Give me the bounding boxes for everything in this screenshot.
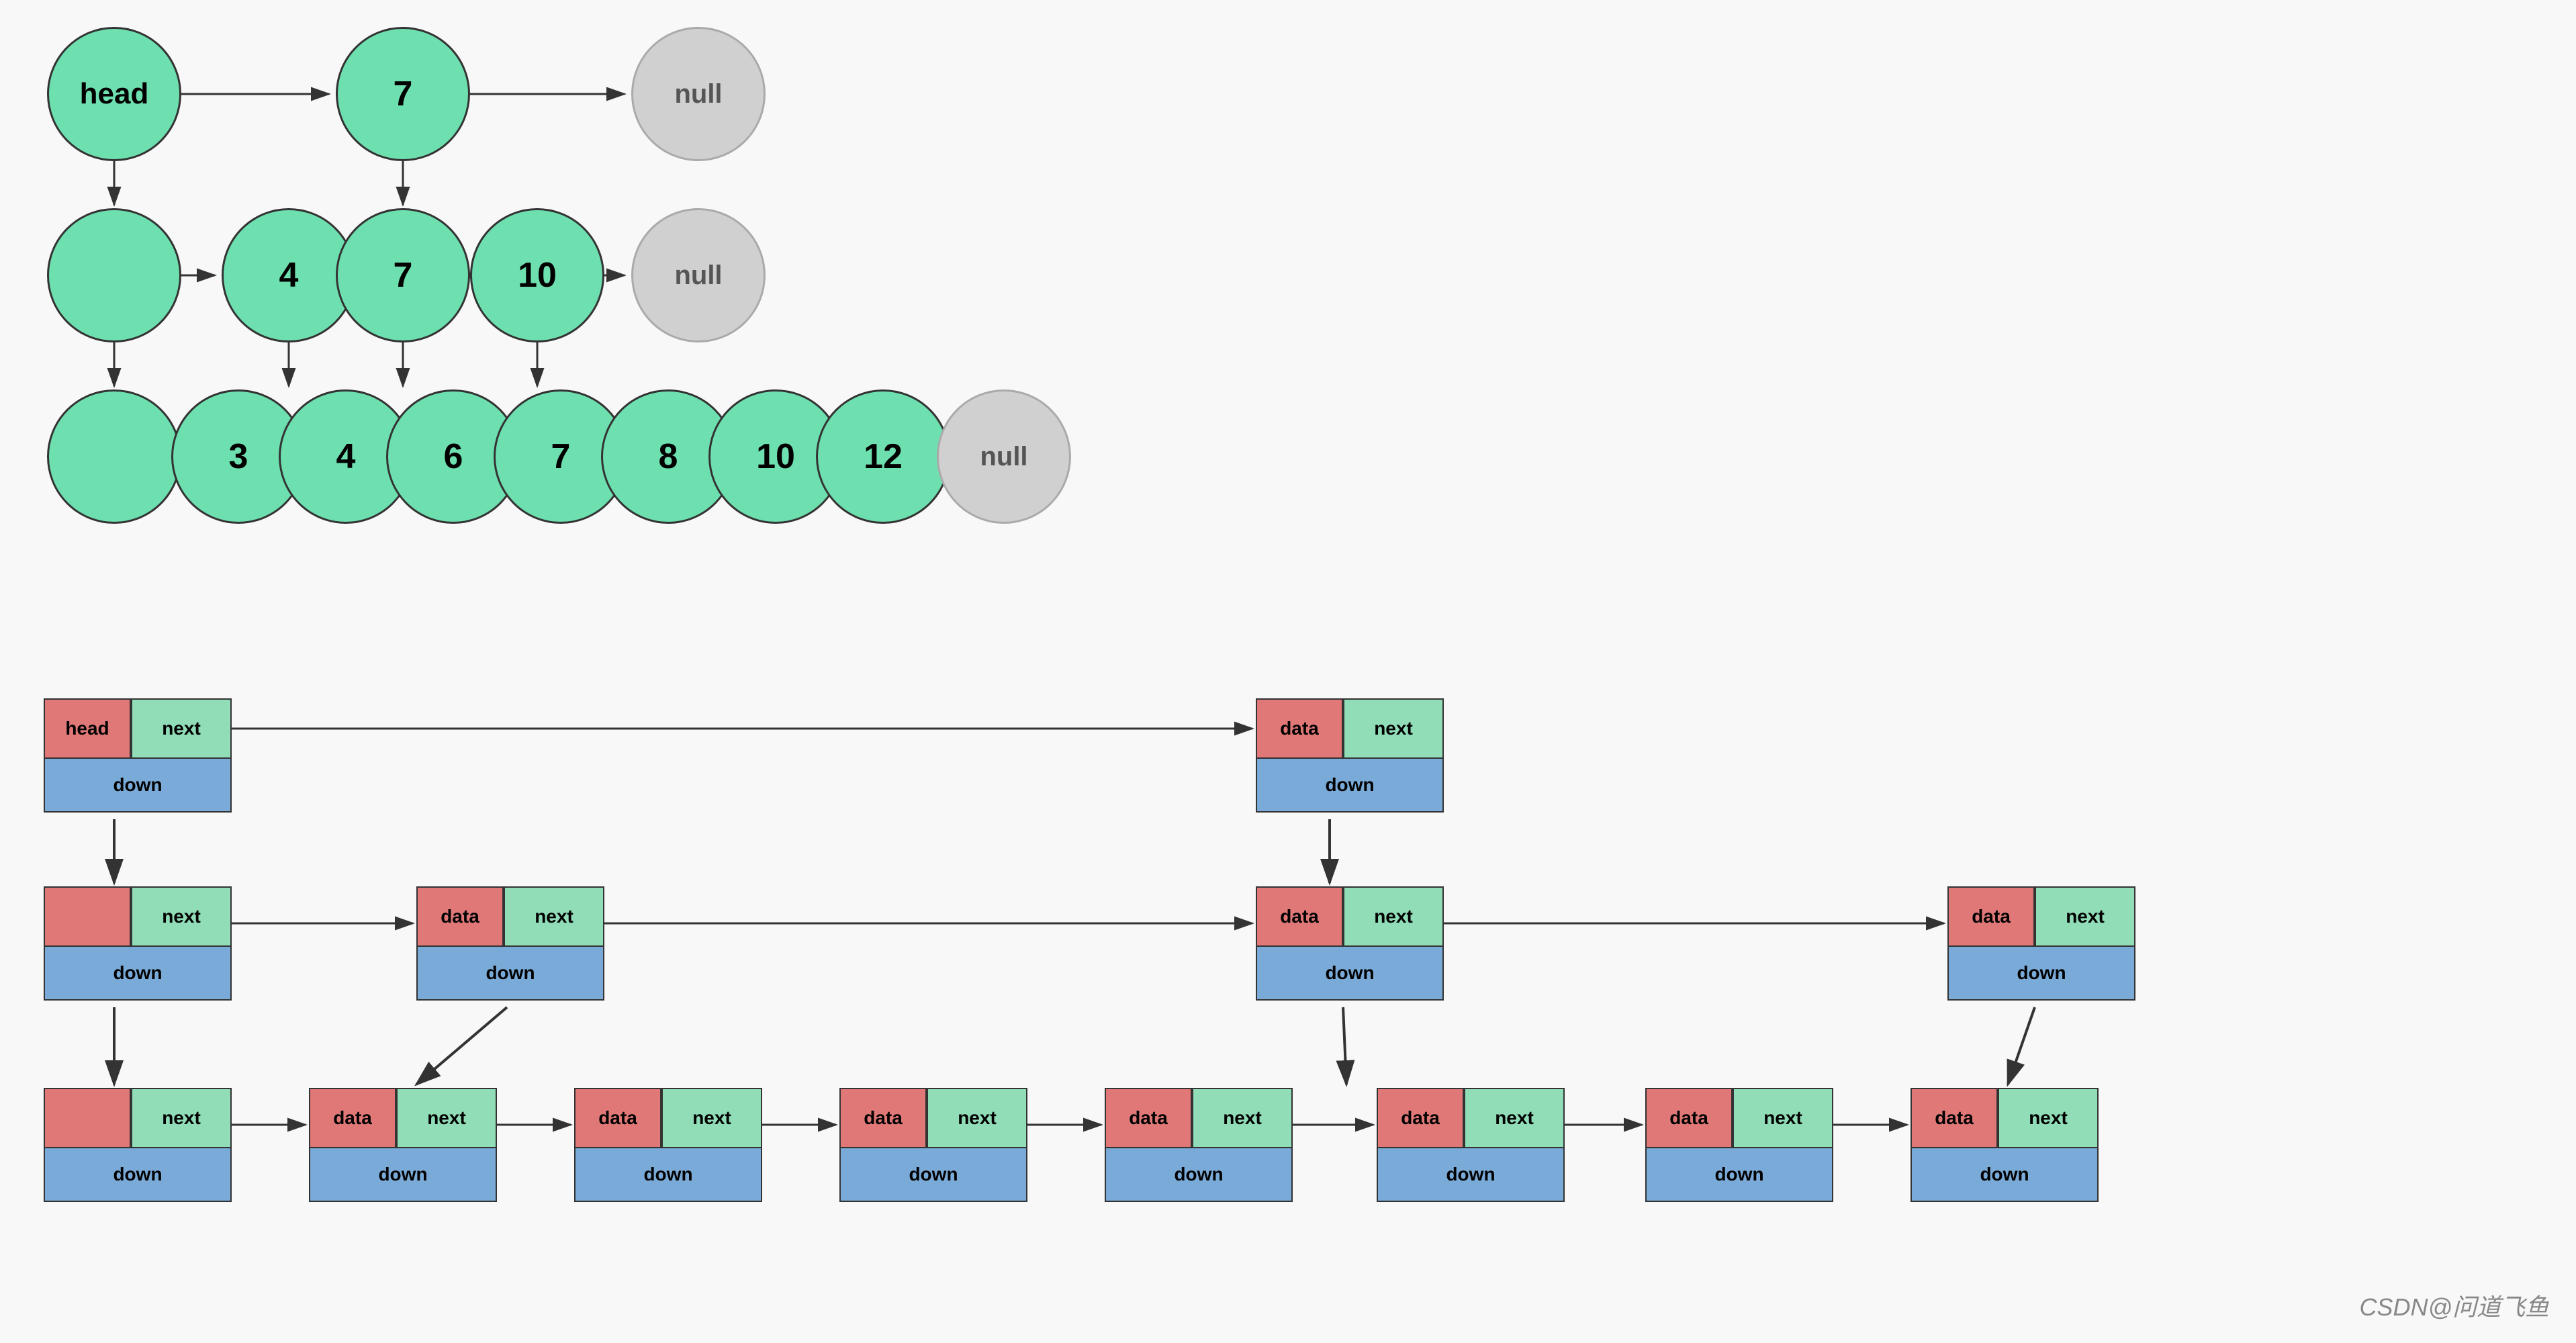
nodebox-r2-6: data next down bbox=[1645, 1088, 1833, 1202]
node-r1-blank bbox=[47, 208, 181, 342]
nodebox-r1-2: data next down bbox=[1256, 886, 1444, 1001]
nodebox-r1-1-down: down bbox=[416, 947, 604, 1001]
nodebox-r2-4-data: data bbox=[1105, 1088, 1192, 1148]
nodebox-r2-0-next: next bbox=[131, 1088, 232, 1148]
nodebox-r1-0-next: next bbox=[131, 886, 232, 947]
nodebox-r2-4-next: next bbox=[1192, 1088, 1293, 1148]
nodebox-r2-0-data bbox=[44, 1088, 131, 1148]
node-r0-null-label: null bbox=[674, 79, 722, 109]
nodebox-r2-2: data next down bbox=[574, 1088, 762, 1202]
nodebox-r2-5-data: data bbox=[1377, 1088, 1464, 1148]
nodebox-r2-7-down: down bbox=[1911, 1148, 2099, 1202]
nodebox-r2-6-next: next bbox=[1733, 1088, 1833, 1148]
nodebox-r0-1-down: down bbox=[1256, 759, 1444, 813]
nodebox-r2-7: data next down bbox=[1911, 1088, 2099, 1202]
node-r0-null: null bbox=[631, 27, 766, 161]
nodebox-r2-0: next down bbox=[44, 1088, 232, 1202]
node-r1-null-label: null bbox=[674, 261, 722, 291]
node-r1-10-label: 10 bbox=[518, 255, 557, 295]
nodebox-r2-1-data: data bbox=[309, 1088, 396, 1148]
nodebox-r2-3: data next down bbox=[839, 1088, 1027, 1202]
nodebox-r2-2-down: down bbox=[574, 1148, 762, 1202]
node-r2-6-label: 6 bbox=[444, 436, 463, 477]
node-r1-7-label: 7 bbox=[394, 255, 413, 295]
node-r1-10: 10 bbox=[470, 208, 604, 342]
nodebox-r0-1-next: next bbox=[1343, 698, 1444, 759]
nodebox-r2-7-next: next bbox=[1998, 1088, 2099, 1148]
nodebox-r0-0: head next down bbox=[44, 698, 232, 813]
node-r2-12-label: 12 bbox=[864, 436, 903, 477]
nodebox-r2-5-down: down bbox=[1377, 1148, 1565, 1202]
nodebox-r1-0-down: down bbox=[44, 947, 232, 1001]
node-r1-4-label: 4 bbox=[279, 255, 299, 295]
nodebox-r1-0: next down bbox=[44, 886, 232, 1001]
nodebox-r0-0-head: head bbox=[44, 698, 131, 759]
nodebox-r2-4-down: down bbox=[1105, 1148, 1293, 1202]
nodebox-r2-5: data next down bbox=[1377, 1088, 1565, 1202]
nodebox-r1-1-data: data bbox=[416, 886, 504, 947]
nodebox-r2-7-data: data bbox=[1911, 1088, 1998, 1148]
nodebox-r2-0-down: down bbox=[44, 1148, 232, 1202]
node-r2-4-label: 4 bbox=[336, 436, 356, 477]
node-r2-null-label: null bbox=[980, 442, 1027, 472]
node-r2-12: 12 bbox=[816, 389, 950, 524]
nodebox-r2-2-data: data bbox=[574, 1088, 661, 1148]
nodebox-r0-1: data next down bbox=[1256, 698, 1444, 813]
nodebox-r2-4: data next down bbox=[1105, 1088, 1293, 1202]
node-head: head bbox=[47, 27, 181, 161]
node-r0-7-label: 7 bbox=[394, 74, 413, 114]
nodebox-r1-3-next: next bbox=[2035, 886, 2135, 947]
nodebox-r2-2-next: next bbox=[661, 1088, 762, 1148]
nodebox-r2-3-down: down bbox=[839, 1148, 1027, 1202]
nodebox-r2-1-next: next bbox=[396, 1088, 497, 1148]
nodebox-r1-1-next: next bbox=[504, 886, 604, 947]
nodebox-r1-2-next: next bbox=[1343, 886, 1444, 947]
node-r1-7: 7 bbox=[336, 208, 470, 342]
nodebox-r2-3-data: data bbox=[839, 1088, 927, 1148]
node-head-label: head bbox=[80, 77, 149, 111]
node-r1-null: null bbox=[631, 208, 766, 342]
nodebox-r1-3: data next down bbox=[1947, 886, 2135, 1001]
node-r2-10-label: 10 bbox=[756, 436, 795, 477]
nodebox-r0-0-down: down bbox=[44, 759, 232, 813]
node-r2-7-label: 7 bbox=[551, 436, 571, 477]
node-r2-blank bbox=[47, 389, 181, 524]
nodebox-r1-2-down: down bbox=[1256, 947, 1444, 1001]
node-r0-7: 7 bbox=[336, 27, 470, 161]
nodebox-r1-1: data next down bbox=[416, 886, 604, 1001]
watermark: CSDN@问道飞鱼 bbox=[2359, 1288, 2549, 1323]
nodebox-r1-3-down: down bbox=[1947, 947, 2135, 1001]
nodebox-r2-6-data: data bbox=[1645, 1088, 1733, 1148]
nodebox-r0-0-next: next bbox=[131, 698, 232, 759]
node-r2-3-label: 3 bbox=[229, 436, 248, 477]
nodebox-r2-1: data next down bbox=[309, 1088, 497, 1202]
node-r2-8-label: 8 bbox=[659, 436, 678, 477]
nodebox-r0-1-data: data bbox=[1256, 698, 1343, 759]
nodebox-r1-3-data: data bbox=[1947, 886, 2035, 947]
nodebox-r2-6-down: down bbox=[1645, 1148, 1833, 1202]
nodebox-r2-3-next: next bbox=[927, 1088, 1027, 1148]
nodebox-r2-5-next: next bbox=[1464, 1088, 1565, 1148]
nodebox-r2-1-down: down bbox=[309, 1148, 497, 1202]
nodebox-r1-2-data: data bbox=[1256, 886, 1343, 947]
node-r2-null: null bbox=[937, 389, 1071, 524]
nodebox-r1-0-data bbox=[44, 886, 131, 947]
